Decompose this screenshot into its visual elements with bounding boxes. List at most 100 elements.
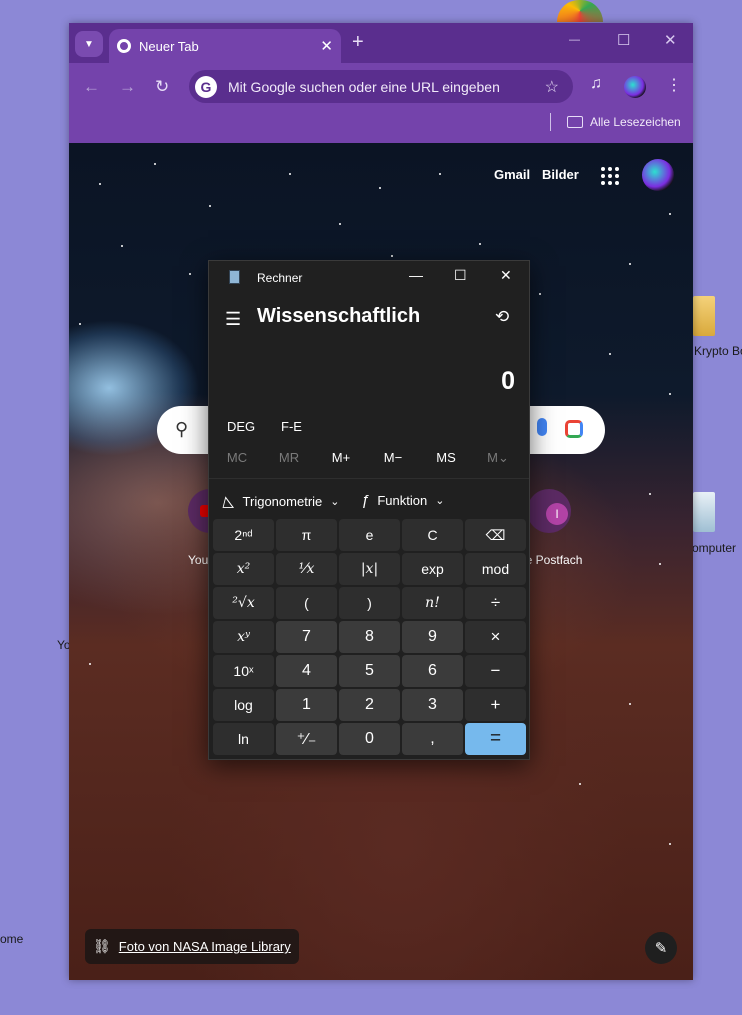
profile-avatar[interactable]	[624, 76, 646, 98]
tab-search-button[interactable]: ▼	[75, 31, 103, 57]
calc-key[interactable]: 10ˣ	[213, 655, 274, 687]
star-dot	[539, 293, 541, 295]
divider	[209, 478, 529, 479]
calc-key[interactable]: C	[402, 519, 463, 551]
calc-key[interactable]: ÷	[465, 587, 526, 619]
star-dot	[669, 843, 671, 845]
keypad: 2ⁿᵈ π e C ⌫ x² ¹⁄x |x| exp mod ²√x() n! ÷ xʸ 7 8 9 × 10ˣ 4 5…	[213, 519, 527, 755]
hamburger-menu-icon[interactable]: ☰	[225, 309, 241, 330]
star-dot	[659, 563, 661, 565]
calc-key[interactable]: 7	[276, 621, 337, 653]
calc-key[interactable]: ,	[402, 723, 463, 755]
close-tab-icon[interactable]: ✕	[320, 37, 333, 55]
calc-key[interactable]: mod	[465, 553, 526, 585]
shortcut-label-youtube: You	[188, 553, 209, 567]
calculator-window: Rechner — ☐ ✕ ☰ Wissenschaftlich ⟲ 0 DEG…	[208, 260, 530, 760]
calc-key[interactable]: 2	[339, 689, 400, 721]
calc-key[interactable]: x²	[213, 553, 274, 585]
calc-key[interactable]: (	[276, 587, 337, 619]
calc-key[interactable]: 2ⁿᵈ	[213, 519, 274, 551]
star-dot	[99, 183, 101, 185]
function-dropdown[interactable]: ƒ Funktion ⌄	[361, 492, 444, 509]
star-dot	[339, 223, 341, 225]
calc-key[interactable]: ln	[213, 723, 274, 755]
calc-key[interactable]: 1	[276, 689, 337, 721]
bookmark-star-icon[interactable]: ☆	[545, 77, 559, 97]
gmail-link[interactable]: Gmail	[494, 167, 530, 182]
ntp-profile-avatar[interactable]	[642, 159, 674, 191]
calc-key[interactable]: ¹⁄x	[276, 553, 337, 585]
star-dot	[609, 353, 611, 355]
history-icon[interactable]: ⟲	[495, 307, 509, 327]
chrome-icon[interactable]	[557, 0, 603, 22]
star-dot	[79, 323, 81, 325]
desktop-label-computer[interactable]: omputer	[692, 541, 736, 555]
calc-key[interactable]: ²√x	[213, 587, 274, 619]
calc-key[interactable]: |x|	[339, 553, 400, 585]
calc-key[interactable]: −	[465, 655, 526, 687]
desktop-label-home[interactable]: ome	[0, 932, 23, 946]
calculator-display: 0	[501, 367, 515, 395]
all-bookmarks-button[interactable]: Alle Lesezeichen	[567, 115, 681, 129]
customize-edit-icon[interactable]: ✎	[645, 932, 677, 964]
calc-key[interactable]: =	[465, 723, 526, 755]
maximize-icon[interactable]: ☐	[617, 31, 630, 49]
star-dot	[439, 173, 441, 175]
calc-key[interactable]: 9	[402, 621, 463, 653]
minimize-icon[interactable]: —	[409, 267, 423, 283]
calc-key[interactable]: n!	[402, 587, 463, 619]
toolbar: ← → ↻ G Mit Google suchen oder eine URL …	[69, 63, 693, 143]
calc-key[interactable]: xʸ	[213, 621, 274, 653]
media-queue-icon[interactable]: ♫	[590, 75, 602, 93]
photo-credit-text: Foto von NASA Image Library	[118, 939, 291, 954]
photo-credit-link[interactable]: ⛓ Foto von NASA Image Library	[85, 929, 299, 964]
tab-neuer-tab[interactable]: Neuer Tab ✕	[109, 29, 341, 63]
memory-button[interactable]: MS	[424, 450, 468, 465]
search-icon: ⚲	[175, 419, 189, 439]
calc-key[interactable]: 4	[276, 655, 337, 687]
angle-unit-button[interactable]: DEG	[227, 419, 255, 434]
calc-key[interactable]: ⁺∕₋	[276, 723, 337, 755]
minimize-icon[interactable]: —	[569, 34, 580, 46]
maximize-icon[interactable]: ☐	[454, 267, 467, 284]
calc-key[interactable]: 5	[339, 655, 400, 687]
folder-icon[interactable]	[693, 296, 715, 336]
calc-key[interactable]: ×	[465, 621, 526, 653]
desktop-label-krypto[interactable]: Krypto Bo	[694, 344, 742, 358]
reload-icon[interactable]: ↻	[155, 77, 169, 97]
calc-key[interactable]: exp	[402, 553, 463, 585]
calc-key[interactable]: +	[465, 689, 526, 721]
calc-key[interactable]: )	[339, 587, 400, 619]
memory-button[interactable]: MC	[215, 450, 259, 465]
google-lens-icon[interactable]	[565, 420, 583, 438]
fe-button[interactable]: F-E	[281, 419, 302, 434]
trigonometry-label: Trigonometrie	[242, 493, 323, 509]
menu-dots-icon[interactable]: ⋮	[666, 75, 682, 95]
memory-button[interactable]: M+	[319, 450, 363, 465]
calc-key[interactable]: 6	[402, 655, 463, 687]
computer-icon[interactable]	[693, 492, 715, 532]
memory-button[interactable]: M−	[371, 450, 415, 465]
star-dot	[121, 245, 123, 247]
close-icon[interactable]: ✕	[500, 267, 512, 284]
back-icon[interactable]: ←	[83, 77, 100, 97]
address-bar[interactable]: G Mit Google suchen oder eine URL eingeb…	[189, 70, 573, 103]
calc-key[interactable]: ⌫	[465, 519, 526, 551]
forward-icon[interactable]: →	[119, 77, 136, 97]
calc-key[interactable]: 8	[339, 621, 400, 653]
calc-key[interactable]: 3	[402, 689, 463, 721]
google-apps-icon[interactable]	[601, 167, 619, 185]
calc-key[interactable]: e	[339, 519, 400, 551]
voice-search-icon[interactable]	[537, 418, 547, 436]
images-link[interactable]: Bilder	[542, 167, 579, 182]
new-tab-button[interactable]: +	[352, 31, 364, 54]
memory-button[interactable]: MR	[267, 450, 311, 465]
calc-key[interactable]: π	[276, 519, 337, 551]
calc-key[interactable]: log	[213, 689, 274, 721]
trigonometry-dropdown[interactable]: ◺ Trigonometrie ⌄	[223, 492, 339, 510]
star-dot	[379, 187, 381, 189]
star-dot	[391, 255, 393, 257]
close-window-icon[interactable]: ✕	[664, 31, 677, 49]
calc-key[interactable]: 0	[339, 723, 400, 755]
memory-button[interactable]: M⌄	[476, 450, 520, 466]
